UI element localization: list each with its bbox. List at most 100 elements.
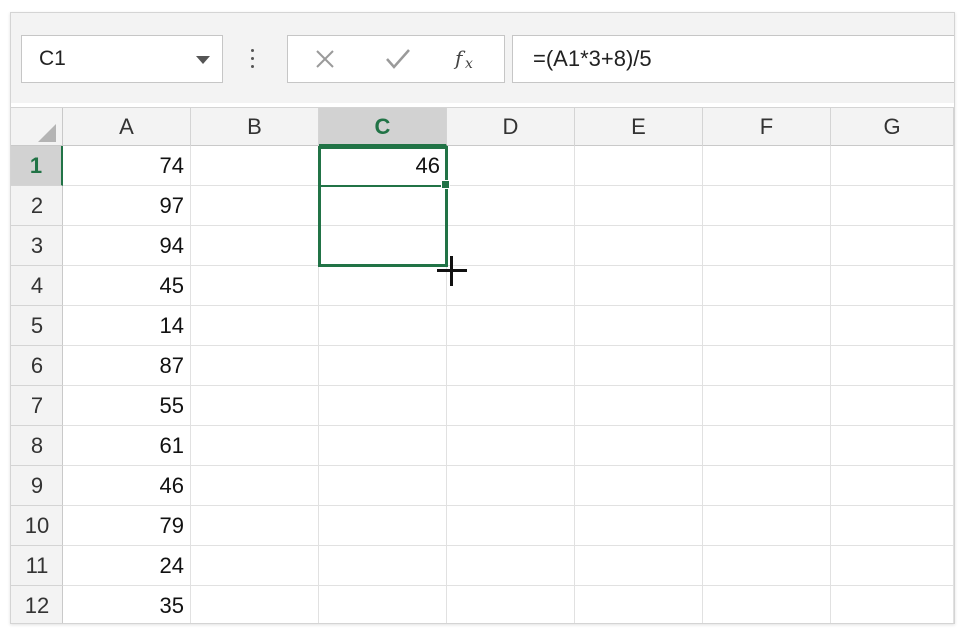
cell-b3[interactable] (191, 226, 319, 266)
row-header-9[interactable]: 9 (11, 466, 63, 506)
cell-c5[interactable] (319, 306, 447, 346)
cell-a3[interactable]: 94 (63, 226, 191, 266)
cell-d6[interactable] (447, 346, 575, 386)
cell-f10[interactable] (703, 506, 831, 546)
cell-f11[interactable] (703, 546, 831, 586)
cell-c12[interactable] (319, 586, 447, 623)
cell-d11[interactable] (447, 546, 575, 586)
cell-b1[interactable] (191, 146, 319, 186)
cell-g12[interactable] (831, 586, 954, 623)
cell-g3[interactable] (831, 226, 954, 266)
cell-f7[interactable] (703, 386, 831, 426)
name-box[interactable]: C1 (21, 35, 223, 83)
cell-a5[interactable]: 14 (63, 306, 191, 346)
cell-c8[interactable] (319, 426, 447, 466)
cell-c10[interactable] (319, 506, 447, 546)
cell-a8[interactable]: 61 (63, 426, 191, 466)
row-header-11[interactable]: 11 (11, 546, 63, 586)
row-header-2[interactable]: 2 (11, 186, 63, 226)
cell-a4[interactable]: 45 (63, 266, 191, 306)
cell-c1[interactable]: 46 (319, 146, 447, 186)
cell-g1[interactable] (831, 146, 954, 186)
cell-d1[interactable] (447, 146, 575, 186)
cell-g2[interactable] (831, 186, 954, 226)
row-header-8[interactable]: 8 (11, 426, 63, 466)
row-header-6[interactable]: 6 (11, 346, 63, 386)
cell-g4[interactable] (831, 266, 954, 306)
column-header-g[interactable]: G (831, 108, 954, 146)
cell-e8[interactable] (575, 426, 703, 466)
cell-e2[interactable] (575, 186, 703, 226)
cell-f1[interactable] (703, 146, 831, 186)
cell-c6[interactable] (319, 346, 447, 386)
cell-a11[interactable]: 24 (63, 546, 191, 586)
cell-f3[interactable] (703, 226, 831, 266)
cell-c2[interactable] (319, 186, 447, 226)
cell-e3[interactable] (575, 226, 703, 266)
cell-c4[interactable] (319, 266, 447, 306)
cell-f2[interactable] (703, 186, 831, 226)
column-header-b[interactable]: B (191, 108, 319, 146)
formula-text[interactable]: =(A1*3+8)/5 (533, 36, 652, 82)
cell-d8[interactable] (447, 426, 575, 466)
cell-e9[interactable] (575, 466, 703, 506)
cell-a10[interactable]: 79 (63, 506, 191, 546)
column-header-d[interactable]: D (447, 108, 575, 146)
cell-b11[interactable] (191, 546, 319, 586)
row-header-1[interactable]: 1 (11, 146, 63, 186)
cell-g8[interactable] (831, 426, 954, 466)
cell-c9[interactable] (319, 466, 447, 506)
chevron-down-icon[interactable] (196, 56, 210, 64)
cell-d12[interactable] (447, 586, 575, 623)
cell-a12[interactable]: 35 (63, 586, 191, 623)
cell-g7[interactable] (831, 386, 954, 426)
cell-e5[interactable] (575, 306, 703, 346)
cell-e4[interactable] (575, 266, 703, 306)
cell-d10[interactable] (447, 506, 575, 546)
cell-b8[interactable] (191, 426, 319, 466)
cell-e6[interactable] (575, 346, 703, 386)
cell-d2[interactable] (447, 186, 575, 226)
select-all-icon[interactable] (38, 124, 56, 142)
cell-b12[interactable] (191, 586, 319, 623)
cell-b7[interactable] (191, 386, 319, 426)
cell-g5[interactable] (831, 306, 954, 346)
cell-b2[interactable] (191, 186, 319, 226)
cell-b9[interactable] (191, 466, 319, 506)
cell-e1[interactable] (575, 146, 703, 186)
cell-e7[interactable] (575, 386, 703, 426)
close-icon[interactable] (300, 36, 350, 82)
cell-e12[interactable] (575, 586, 703, 623)
cell-b6[interactable] (191, 346, 319, 386)
cell-c11[interactable] (319, 546, 447, 586)
column-header-a[interactable]: A (63, 108, 191, 146)
fx-icon[interactable]: f x (443, 36, 493, 82)
row-header-5[interactable]: 5 (11, 306, 63, 346)
cell-d9[interactable] (447, 466, 575, 506)
fill-handle[interactable] (441, 180, 450, 189)
cell-b10[interactable] (191, 506, 319, 546)
name-box-value[interactable]: C1 (39, 36, 66, 82)
cell-g11[interactable] (831, 546, 954, 586)
cell-b4[interactable] (191, 266, 319, 306)
cell-f4[interactable] (703, 266, 831, 306)
cell-d7[interactable] (447, 386, 575, 426)
select-all-button[interactable] (11, 108, 63, 146)
cell-g6[interactable] (831, 346, 954, 386)
cell-b5[interactable] (191, 306, 319, 346)
cell-c3[interactable] (319, 226, 447, 266)
more-options-icon[interactable] (251, 49, 255, 71)
checkmark-icon[interactable] (373, 36, 423, 82)
cell-f12[interactable] (703, 586, 831, 623)
row-header-3[interactable]: 3 (11, 226, 63, 266)
cell-a7[interactable]: 55 (63, 386, 191, 426)
cell-a1[interactable]: 74 (63, 146, 191, 186)
formula-bar[interactable]: =(A1*3+8)/5 (512, 35, 954, 83)
cell-g10[interactable] (831, 506, 954, 546)
cell-f6[interactable] (703, 346, 831, 386)
cell-f9[interactable] (703, 466, 831, 506)
row-header-7[interactable]: 7 (11, 386, 63, 426)
cell-g9[interactable] (831, 466, 954, 506)
column-header-f[interactable]: F (703, 108, 831, 146)
cell-a2[interactable]: 97 (63, 186, 191, 226)
